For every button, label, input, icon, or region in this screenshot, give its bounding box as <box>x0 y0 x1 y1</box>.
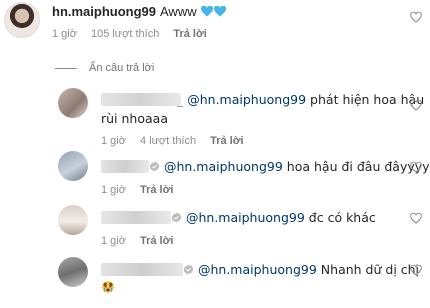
reply-button[interactable]: Trả lời <box>173 28 207 40</box>
verified-badge-icon <box>171 212 182 223</box>
comment-likes[interactable]: 105 lượt thích <box>91 28 159 40</box>
username-suffix: _ <box>177 92 184 107</box>
verified-badge-icon <box>183 264 194 275</box>
comment-time: 1 giờ <box>101 184 126 196</box>
comment-time: 1 giờ <box>52 28 77 40</box>
mention-link[interactable]: @hn.maiphuong99 <box>187 92 306 107</box>
mention-link[interactable]: @hn.maiphuong99 <box>198 262 317 277</box>
reply-button[interactable]: Trả lời <box>140 235 174 247</box>
reply-comment-text: @hn.maiphuong99 Nhanh dữ dị chị <box>101 261 419 278</box>
like-heart-icon[interactable] <box>410 100 422 111</box>
reply-text: đc có khác <box>308 210 376 225</box>
comment-time: 1 giờ <box>101 235 126 247</box>
main-comment: hn.maiphuong99 Awww <box>52 3 227 21</box>
reply-avatar[interactable] <box>58 151 88 181</box>
reply-text: hoa hậu đi đâu đâyyyy <box>286 159 430 174</box>
reply-text: Nhanh dữ dị chị <box>320 262 420 277</box>
reply-meta: 1 giờ Trả lời <box>101 183 187 197</box>
like-heart-icon[interactable] <box>410 213 422 224</box>
reply-meta: 1 giờ 4 lượt thích Trả lời <box>101 134 258 148</box>
reply-comment-text: _ @hn.maiphuong99 phát hiện hoa hậu <box>101 91 424 108</box>
main-comment-meta: 1 giờ 105 lượt thích Trả lời <box>52 27 221 41</box>
mention-link[interactable]: @hn.maiphuong99 <box>186 210 305 225</box>
reply-avatar[interactable] <box>58 88 88 118</box>
comment-likes[interactable]: 4 lượt thích <box>140 135 196 147</box>
reply-avatar[interactable] <box>58 257 88 287</box>
mention-link[interactable]: @hn.maiphuong99 <box>164 159 283 174</box>
reply-meta: 1 giờ Trả lời <box>101 234 187 248</box>
crying-face-emoji-icon <box>102 281 114 293</box>
blue-heart-icon <box>214 6 227 17</box>
reply-comment-text-line2: rùi nhoaaa <box>101 111 168 126</box>
emoji-line <box>101 279 115 296</box>
reply-text-line1: phát hiện hoa hậu <box>310 92 425 107</box>
divider <box>55 67 77 69</box>
commenter-avatar[interactable] <box>4 2 40 38</box>
verified-badge-icon <box>149 161 160 172</box>
comment-time: 1 giờ <box>101 135 126 147</box>
like-heart-icon[interactable] <box>410 265 422 276</box>
reply-avatar[interactable] <box>58 205 88 235</box>
reply-button[interactable]: Trả lời <box>140 184 174 196</box>
main-comment-username[interactable]: hn.maiphuong99 <box>52 4 156 19</box>
hide-replies-button[interactable]: Ẩn câu trả lời <box>55 60 154 76</box>
like-heart-icon[interactable] <box>410 162 422 173</box>
blue-heart-icon <box>201 6 214 17</box>
reply-comment-text: @hn.maiphuong99 đc có khác <box>101 209 376 226</box>
hide-replies-label: Ẩn câu trả lời <box>89 62 155 74</box>
reply-comment-text: @hn.maiphuong99 hoa hậu đi đâu đâyyyy <box>101 158 430 175</box>
main-comment-text: Awww <box>160 4 197 19</box>
reply-button[interactable]: Trả lời <box>210 135 244 147</box>
like-heart-icon[interactable] <box>410 12 422 23</box>
